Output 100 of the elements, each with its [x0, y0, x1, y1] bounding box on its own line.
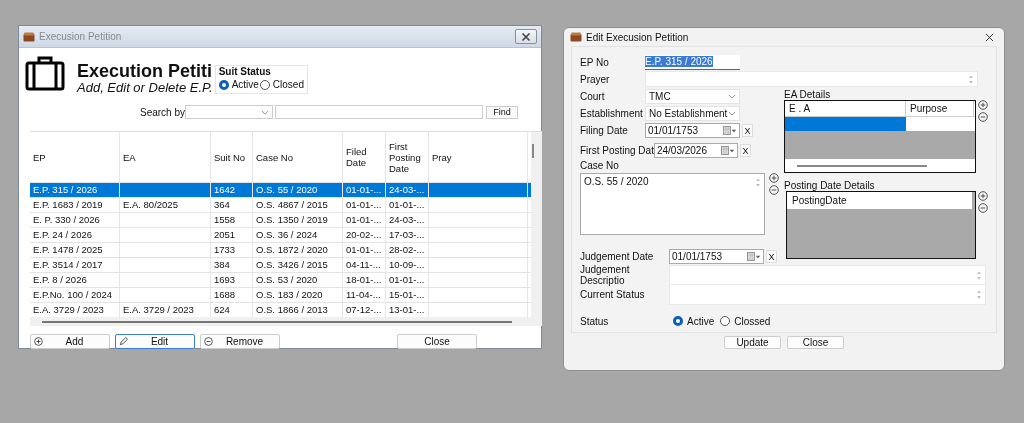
- table-cell: E.A. 80/2025: [123, 199, 178, 210]
- window-title: Execusion Petition: [39, 31, 123, 42]
- table-cell: 07-12-...: [346, 304, 382, 315]
- radio-button[interactable]: Clossed: [720, 315, 771, 327]
- table-cell: O.S. 1866 / 2013: [256, 304, 328, 315]
- prayer-field[interactable]: [645, 71, 978, 87]
- chevron-down-icon[interactable]: [728, 110, 736, 116]
- court-dropdown[interactable]: TMC: [645, 88, 740, 104]
- table-cell: E.P. 1683 / 2019: [33, 199, 103, 210]
- remove-icon[interactable]: [978, 112, 988, 122]
- close-button[interactable]: Close: [397, 334, 477, 349]
- clear-button[interactable]: X: [739, 144, 751, 158]
- minus-circle-icon: [204, 337, 213, 346]
- date-field[interactable]: 24/03/2026: [653, 143, 738, 159]
- find-button[interactable]: Find: [486, 105, 519, 119]
- briefcase-icon: [25, 55, 65, 91]
- table-cell: 364: [214, 199, 230, 210]
- table-cell: 18-01-...: [346, 274, 382, 285]
- table-cell: 01-01-...: [346, 214, 382, 225]
- remove-icon[interactable]: [769, 184, 779, 195]
- field-label: Current Status: [580, 289, 646, 301]
- table-cell: O.S. 36 / 2024: [256, 229, 318, 240]
- calendar-icon[interactable]: [720, 146, 735, 156]
- table-cell: 01-01-...: [346, 184, 382, 195]
- close-button[interactable]: Close: [787, 336, 844, 349]
- table-cell: 24-03-...: [389, 184, 425, 195]
- chest-icon: [23, 31, 35, 42]
- remove-button[interactable]: Remove: [200, 334, 280, 349]
- table-cell: O.S. 4867 / 2015: [256, 199, 328, 210]
- table-cell: 1558: [214, 214, 236, 225]
- close-button[interactable]: [515, 29, 537, 44]
- table-row[interactable]: E.P.No. 100 / 2024 1688 O.S. 183 / 2020 11-04-... 15-01-...: [30, 287, 531, 302]
- ep-no-field[interactable]: E.P. 315 / 2026: [645, 54, 740, 70]
- calendar-icon[interactable]: [723, 126, 737, 135]
- page-title: Execution Petiti: [77, 61, 213, 81]
- calendar-icon[interactable]: [747, 252, 761, 262]
- table-cell: 28-02-...: [389, 244, 425, 255]
- table-cell: O.S. 1872 / 2020: [256, 244, 328, 255]
- update-button[interactable]: Update: [724, 336, 781, 349]
- table-cell: E.P. 1478 / 2025: [33, 244, 103, 255]
- add-icon[interactable]: [769, 172, 779, 183]
- remove-icon[interactable]: [978, 203, 988, 213]
- scrollbar[interactable]: [42, 321, 512, 323]
- scrollbar[interactable]: [532, 144, 534, 158]
- field-label: Court: [580, 90, 606, 102]
- table-row[interactable]: E.P. 1478 / 2025 1733 O.S. 1872 / 2020 01-01-... 28-02-...: [30, 242, 531, 257]
- column-header[interactable]: E . A: [785, 101, 906, 116]
- table-row[interactable]: E.P. 315 / 2026 1642 O.S. 55 / 2020 01-01-... 24-03-...: [30, 182, 531, 197]
- table-cell: O.S. 3426 / 2015: [256, 259, 328, 270]
- table-row[interactable]: E.P. 24 / 2026 2051 O.S. 36 / 2024 20-02-... 17-03-...: [30, 227, 531, 242]
- table-cell: 624: [214, 304, 230, 315]
- add-icon[interactable]: [978, 191, 988, 201]
- table-cell: E. P. 330 / 2026: [33, 214, 100, 225]
- field-label: EP No: [580, 56, 610, 68]
- table-cell: 384: [214, 259, 230, 270]
- radio-button[interactable]: Active: [218, 79, 259, 90]
- field-label: Judgement Date: [580, 251, 655, 263]
- add-button[interactable]: Add: [30, 334, 110, 349]
- table-cell: 1733: [214, 244, 236, 255]
- table-cell: 15-01-...: [389, 289, 425, 300]
- chevron-down-icon[interactable]: [261, 109, 270, 115]
- table-row[interactable]: E.P. 1683 / 2019 E.A. 80/2025 364 O.S. 4867 / 2015 01-01-... 01-01-...: [30, 197, 531, 212]
- table-cell: 2051: [214, 229, 236, 240]
- search-label: Search by: [140, 106, 186, 118]
- add-icon[interactable]: [978, 100, 988, 110]
- group-title: EA Details: [784, 89, 832, 100]
- scrollbar[interactable]: [797, 164, 927, 167]
- field-label: Judgement Descriptio: [580, 264, 631, 287]
- date-field[interactable]: 01/01/1753: [669, 249, 764, 265]
- plus-circle-icon: [34, 337, 43, 346]
- judgement-description-field[interactable]: [669, 264, 986, 286]
- clear-button[interactable]: X: [766, 250, 777, 264]
- table-cell: 10-09-...: [389, 259, 425, 270]
- table-row[interactable]: E.P. 3514 / 2017 384 O.S. 3426 / 2015 04-11-... 10-09-...: [30, 257, 531, 272]
- close-icon: [521, 31, 531, 42]
- radio-button[interactable]: Closed: [259, 79, 304, 90]
- search-field[interactable]: [275, 105, 484, 119]
- column-header[interactable]: PostingDate: [787, 192, 972, 209]
- case-no-field[interactable]: O.S. 55 / 2020: [580, 172, 765, 235]
- table-row[interactable]: E.A. 3729 / 2023 E.A. 3729 / 2023 624 O.S. 1866 / 2013 07-12-... 13-01-...: [30, 302, 531, 317]
- current-status-field[interactable]: [669, 284, 986, 306]
- table-row[interactable]: E.P. 8 / 2026 1693 O.S. 53 / 2020 18-01-... 01-01-...: [30, 272, 531, 287]
- field-label: Filing Date: [580, 125, 629, 136]
- table-cell: 1642: [214, 184, 236, 195]
- group-title: Suit Status: [218, 66, 272, 77]
- table-row[interactable]: E. P. 330 / 2026 1558 O.S. 1350 / 2019 01-01-... 24-03-...: [30, 212, 531, 227]
- chevron-down-icon[interactable]: [728, 93, 736, 99]
- date-field[interactable]: 01/01/1753: [645, 123, 740, 138]
- clear-button[interactable]: X: [742, 124, 753, 137]
- edit-button[interactable]: Edit: [115, 334, 195, 349]
- table-cell: E.A. 3729 / 2023: [123, 304, 194, 315]
- table-cell: O.S. 55 / 2020: [256, 184, 318, 195]
- close-icon[interactable]: [985, 32, 994, 42]
- table-cell: 1693: [214, 274, 236, 285]
- search-dropdown[interactable]: [185, 105, 274, 119]
- table-cell: 11-04-...: [346, 289, 381, 300]
- column-header[interactable]: Purpose: [906, 101, 974, 116]
- chest-icon: [570, 32, 582, 42]
- radio-button[interactable]: Active: [673, 315, 715, 327]
- establishment-dropdown[interactable]: No Establishment: [645, 105, 740, 121]
